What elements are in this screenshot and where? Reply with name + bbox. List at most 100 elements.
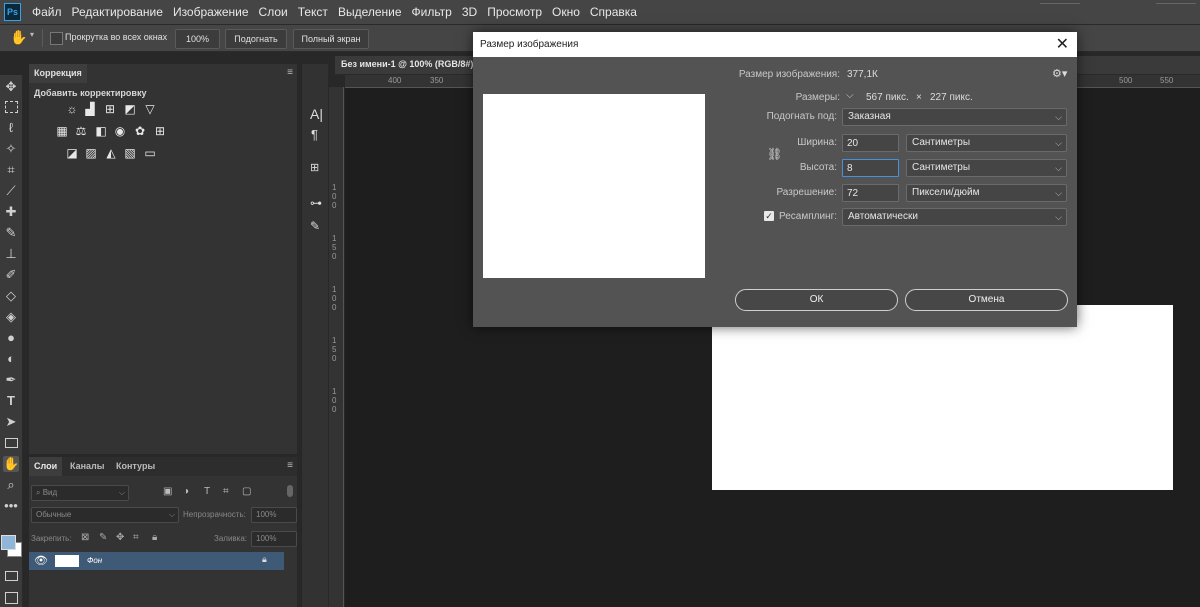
- image-preview[interactable]: [483, 94, 705, 278]
- fit-to-select[interactable]: Заказная ⌵: [842, 108, 1067, 126]
- threshold-icon[interactable]: ◭: [104, 147, 118, 160]
- fit-screen-button[interactable]: Подогнать: [225, 29, 287, 49]
- lock-image-icon[interactable]: ✎: [99, 532, 107, 543]
- lock-all-icon[interactable]: 🔒︎: [152, 532, 157, 543]
- clone-stamp-tool-icon[interactable]: ⊥: [3, 246, 19, 262]
- marquee-tool-icon[interactable]: [3, 99, 19, 115]
- width-unit-select[interactable]: Сантиметры ⌵: [906, 134, 1067, 152]
- opacity-field[interactable]: 100%: [251, 507, 297, 523]
- visibility-eye-icon[interactable]: 👁︎: [34, 554, 48, 567]
- levels-icon[interactable]: ▟: [83, 103, 97, 116]
- more-tools-icon[interactable]: •••: [3, 498, 19, 514]
- gradient-map-icon[interactable]: ▧: [123, 147, 137, 160]
- height-input[interactable]: 8: [842, 159, 899, 177]
- tool-preset-chevron-icon[interactable]: ▾: [30, 30, 34, 39]
- settings-gear-icon[interactable]: ⚙▾: [1052, 67, 1067, 80]
- pen-tool-icon[interactable]: ✒: [3, 372, 19, 388]
- lock-position-icon[interactable]: ✥: [116, 532, 124, 543]
- menu-text[interactable]: Текст: [296, 5, 334, 19]
- filter-smart-object-icon[interactable]: ▢: [242, 486, 251, 497]
- layer-filter-select[interactable]: ⌕ Вид ⌵: [31, 485, 129, 501]
- layer-row[interactable]: 👁︎ Фон 🔒︎: [29, 552, 284, 570]
- blur-tool-icon[interactable]: ●: [3, 330, 19, 346]
- resolution-input[interactable]: 72: [842, 184, 899, 202]
- photoshop-logo[interactable]: Ps: [4, 3, 21, 21]
- filter-adjustment-icon[interactable]: ◑: [183, 486, 189, 497]
- filter-toggle-icon[interactable]: [287, 485, 293, 497]
- menu-window[interactable]: Окно: [550, 5, 586, 19]
- invert-icon[interactable]: ◪: [65, 147, 79, 160]
- document-canvas[interactable]: [712, 305, 1173, 490]
- filter-shape-icon[interactable]: ⌗: [223, 486, 229, 497]
- posterize-icon[interactable]: ▨: [84, 147, 98, 160]
- history-brush-tool-icon[interactable]: ✐: [3, 267, 19, 283]
- tab-paths[interactable]: Контуры: [116, 457, 155, 476]
- menu-help[interactable]: Справка: [588, 5, 643, 19]
- cancel-button[interactable]: Отмена: [905, 289, 1068, 311]
- minimize-icon[interactable]: [1040, 0, 1080, 4]
- blend-mode-select[interactable]: Обычные ⌵: [31, 507, 179, 523]
- panel-menu-icon[interactable]: ≡: [287, 460, 293, 471]
- dodge-tool-icon[interactable]: ◐: [3, 351, 19, 367]
- tab-correction[interactable]: Коррекция: [29, 64, 87, 83]
- constrain-proportions-link-icon[interactable]: ⛓: [767, 147, 782, 161]
- paragraph-panel-icon[interactable]: ¶: [311, 127, 318, 142]
- curves-icon[interactable]: ⊞: [103, 103, 117, 116]
- color-lookup-icon[interactable]: ⊞: [153, 125, 167, 138]
- glyphs-panel-icon[interactable]: ⊞: [310, 161, 319, 174]
- menu-layers[interactable]: Слои: [257, 5, 294, 19]
- paint-bucket-tool-icon[interactable]: ◈: [3, 309, 19, 325]
- lasso-tool-icon[interactable]: ℓ: [3, 120, 19, 136]
- exposure-icon[interactable]: ◩: [123, 103, 137, 116]
- screen-mode-icon[interactable]: [3, 590, 19, 606]
- scroll-all-windows-checkbox[interactable]: [50, 32, 63, 45]
- height-unit-select[interactable]: Сантиметры ⌵: [906, 159, 1067, 177]
- zoom-field[interactable]: 100%: [175, 29, 220, 49]
- selective-color-icon[interactable]: ▭: [143, 147, 157, 160]
- photo-filter-icon[interactable]: ◉: [113, 125, 127, 138]
- tab-channels[interactable]: Каналы: [70, 457, 104, 476]
- properties-panel-icon[interactable]: ⊶: [310, 196, 322, 210]
- panel-menu-icon[interactable]: ≡: [287, 67, 293, 78]
- channel-mixer-icon[interactable]: ✿: [133, 125, 147, 138]
- ok-button[interactable]: ОК: [735, 289, 898, 311]
- resample-select[interactable]: Автоматически ⌵: [842, 208, 1067, 226]
- fullscreen-button[interactable]: Полный экран: [293, 29, 369, 49]
- brightness-contrast-icon[interactable]: ☼: [65, 103, 79, 116]
- menu-select[interactable]: Выделение: [336, 5, 408, 19]
- path-selection-tool-icon[interactable]: ➤: [3, 414, 19, 430]
- healing-brush-tool-icon[interactable]: ✚: [3, 204, 19, 220]
- menu-3d[interactable]: 3D: [460, 5, 483, 19]
- zoom-tool-icon[interactable]: ⌕: [3, 477, 19, 493]
- menu-filter[interactable]: Фильтр: [410, 5, 458, 19]
- eraser-tool-icon[interactable]: ◇: [3, 288, 19, 304]
- magic-wand-tool-icon[interactable]: ✧: [3, 141, 19, 157]
- brush-settings-icon[interactable]: ✎: [310, 219, 320, 233]
- resample-checkbox[interactable]: ✓: [764, 211, 774, 221]
- menu-file[interactable]: Файл: [30, 5, 68, 19]
- color-balance-icon[interactable]: ⚖: [74, 125, 88, 138]
- brush-tool-icon[interactable]: ✎: [3, 225, 19, 241]
- eyedropper-tool-icon[interactable]: ⟋: [3, 183, 19, 199]
- quick-mask-icon[interactable]: [3, 568, 19, 584]
- hand-tool-icon[interactable]: ✋: [3, 456, 19, 472]
- vibrance-icon[interactable]: ▽: [143, 103, 157, 116]
- close-icon[interactable]: ✕: [1056, 32, 1069, 57]
- hand-tool-icon[interactable]: ✋: [10, 29, 27, 45]
- fill-field[interactable]: 100%: [251, 531, 297, 547]
- foreground-color-swatch[interactable]: [1, 535, 16, 550]
- tab-layers[interactable]: Слои: [29, 457, 63, 476]
- maximize-icon[interactable]: [1156, 0, 1196, 4]
- lock-transparent-icon[interactable]: ⊠: [81, 532, 89, 543]
- menu-image[interactable]: Изображение: [171, 5, 255, 19]
- type-tool-icon[interactable]: T: [3, 393, 19, 409]
- hue-saturation-icon[interactable]: ▦: [55, 125, 69, 138]
- character-panel-icon[interactable]: A|: [310, 106, 323, 122]
- filter-pixel-icon[interactable]: ▣: [163, 486, 172, 497]
- black-white-icon[interactable]: ◧: [94, 125, 108, 138]
- filter-type-icon[interactable]: T: [204, 486, 210, 497]
- menu-edit[interactable]: Редактирование: [70, 5, 169, 19]
- rectangle-tool-icon[interactable]: [3, 435, 19, 451]
- resolution-unit-select[interactable]: Пиксели/дюйм ⌵: [906, 184, 1067, 202]
- menu-view[interactable]: Просмотр: [485, 5, 548, 19]
